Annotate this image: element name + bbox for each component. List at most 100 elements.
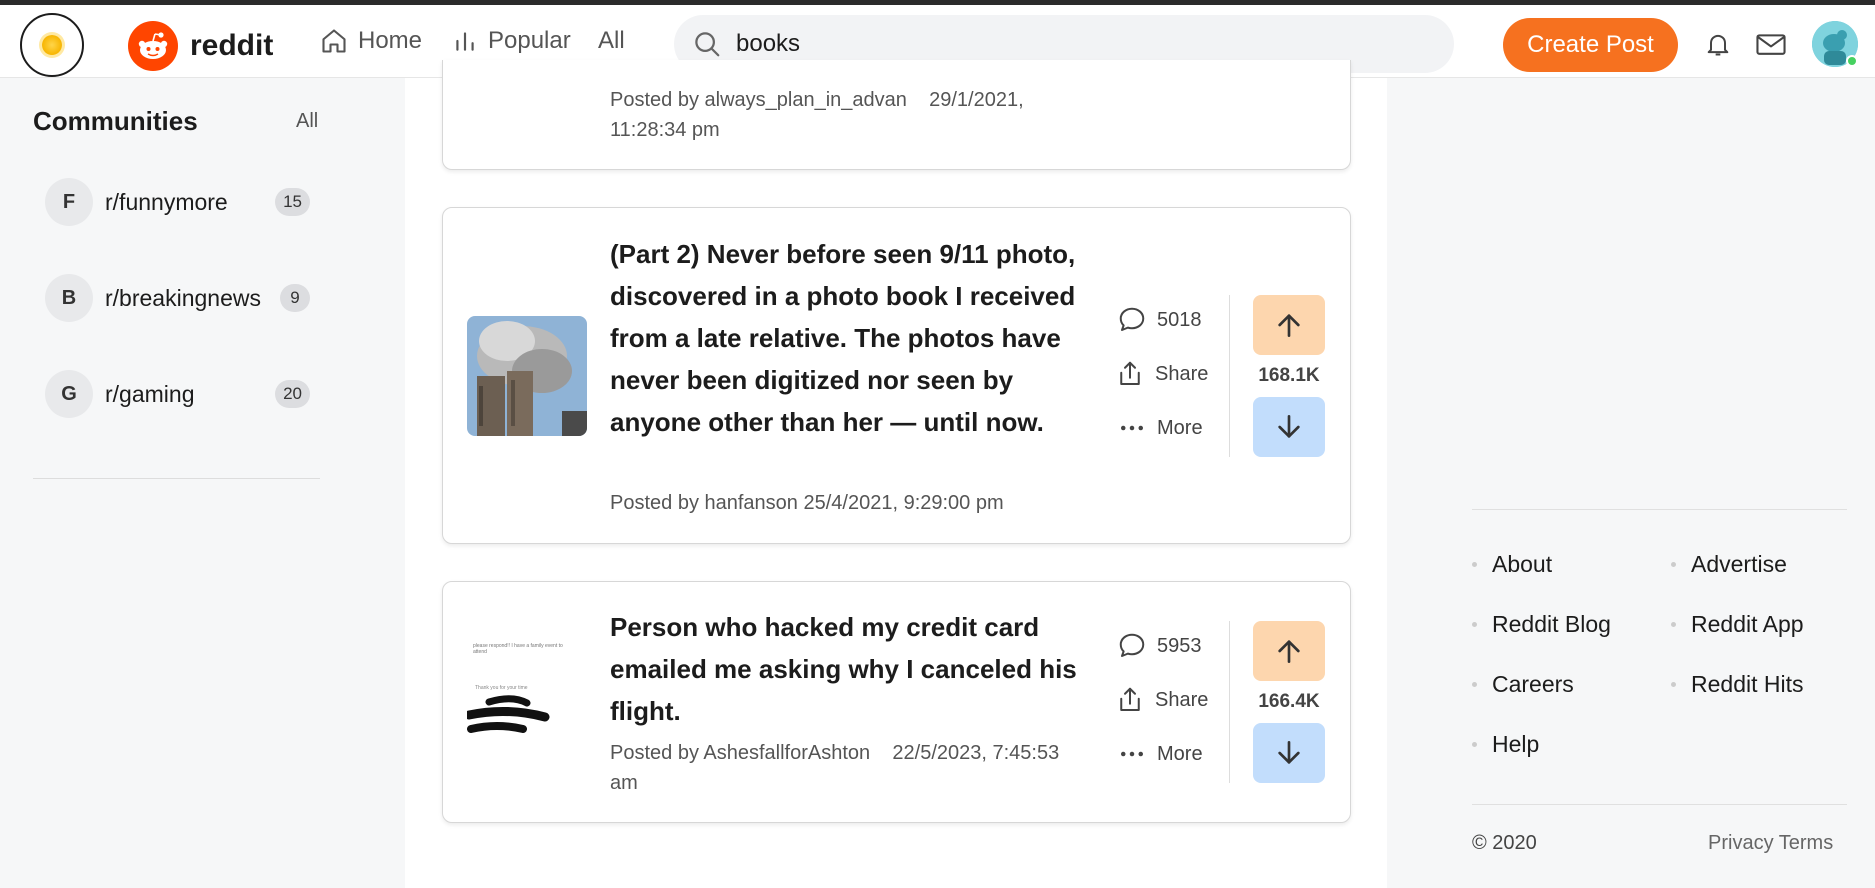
post-author: Posted by always_plan_in_advan [610, 89, 907, 111]
upvote-icon [1278, 640, 1300, 663]
post-meta: Posted by AshesfallforAshton 22/5/2023, … [610, 738, 1100, 798]
right-sidebar: About Reddit Blog Careers Help Advertise… [1437, 78, 1875, 888]
copyright: © 2020 [1472, 832, 1537, 854]
nav-all-label: All [598, 27, 625, 54]
community-name: r/breakingnews [105, 284, 261, 311]
post-card[interactable]: (Part 2) Never before seen 9/11 photo, d… [442, 207, 1351, 544]
more-icon [1121, 751, 1143, 757]
community-name: r/gaming [105, 380, 195, 407]
community-item-breakingnews[interactable]: B r/breakingnews 9 [45, 274, 310, 322]
comment-icon [1119, 633, 1145, 657]
post-title[interactable]: (Part 2) Never before seen 9/11 photo, d… [610, 233, 1090, 443]
post-meta: Posted by hanfanson 25/4/2021, 9:29:00 p… [610, 492, 1004, 514]
comment-count: 5953 [1157, 634, 1202, 657]
community-letter: G [45, 370, 93, 418]
community-count: 20 [275, 380, 310, 408]
downvote-button[interactable] [1253, 723, 1325, 783]
post-time: am [610, 772, 638, 794]
footer-link-reddit-app[interactable]: Reddit App [1671, 611, 1804, 638]
footer-link-about[interactable]: About [1472, 551, 1552, 578]
share-icon [1120, 687, 1140, 711]
community-count: 15 [275, 188, 310, 216]
footer-link-label: Reddit App [1691, 611, 1804, 637]
community-item-gaming[interactable]: G r/gaming 20 [45, 370, 310, 418]
share-label: Share [1155, 362, 1209, 385]
post-card[interactable]: Posted by always_plan_in_advan 29/1/2021… [442, 60, 1351, 170]
nav-popular-label: Popular [488, 27, 571, 54]
nav-home-label: Home [358, 27, 423, 54]
downvote-icon [1278, 415, 1300, 438]
bell-icon [1707, 34, 1729, 56]
share-button[interactable]: Share [1115, 685, 1208, 715]
search-icon [695, 32, 720, 57]
reddit-logo[interactable]: reddit [128, 21, 273, 71]
footer-link-label: Careers [1492, 671, 1574, 697]
community-letter: B [45, 274, 93, 322]
community-count: 9 [280, 284, 310, 312]
post-time: 11:28:34 pm [610, 119, 720, 141]
post-date: 29/1/2021, [929, 89, 1024, 111]
share-button[interactable]: Share [1115, 359, 1208, 389]
footer-link-label: Reddit Hits [1691, 671, 1804, 697]
share-label: Share [1155, 688, 1209, 711]
privacy-terms-link[interactable]: Privacy Terms [1708, 832, 1833, 855]
more-button[interactable]: More [1117, 739, 1203, 769]
community-name: r/funnymore [105, 188, 228, 215]
search-input[interactable] [736, 30, 1416, 58]
comment-count: 5018 [1157, 308, 1202, 331]
comments-button[interactable]: 5953 [1117, 631, 1202, 661]
upvote-icon [1278, 314, 1300, 337]
more-label: More [1157, 416, 1203, 439]
nav-home[interactable]: Home [320, 27, 422, 55]
reddit-logo-icon [128, 21, 178, 71]
mail-icon [1756, 34, 1786, 55]
more-button[interactable]: More [1117, 413, 1203, 443]
more-label: More [1157, 742, 1203, 765]
thumbnail-text-line: attend [473, 649, 487, 655]
downvote-button[interactable] [1253, 397, 1325, 457]
footer-link-label: Reddit Blog [1492, 611, 1611, 637]
post-author: Posted by AshesfallforAshton [610, 742, 871, 764]
vote-count: 166.4K [1258, 691, 1320, 712]
footer-link-advertise[interactable]: Advertise [1671, 551, 1787, 578]
post-card[interactable]: please respond!! I have a family event t… [442, 581, 1351, 823]
upvote-button[interactable] [1253, 295, 1325, 355]
communities-title: Communities [33, 106, 198, 136]
footer-link-reddit-hits[interactable]: Reddit Hits [1671, 671, 1803, 698]
post-thumbnail[interactable]: please respond!! I have a family event t… [467, 637, 587, 757]
messages-button[interactable] [1755, 29, 1787, 64]
footer-divider [1472, 509, 1847, 510]
comments-button[interactable]: 5018 [1117, 305, 1202, 335]
home-icon [322, 29, 346, 53]
left-sidebar: Communities All F r/funnymore 15 B r/bre… [0, 78, 355, 888]
notifications-button[interactable] [1704, 29, 1732, 64]
action-divider [1229, 621, 1230, 783]
post-date: 22/5/2023, 7:45:53 [892, 742, 1060, 764]
comment-icon [1119, 307, 1145, 331]
footer-link-help[interactable]: Help [1472, 731, 1539, 758]
footer-link-reddit-blog[interactable]: Reddit Blog [1472, 611, 1611, 638]
footer-link-careers[interactable]: Careers [1472, 671, 1574, 698]
thumbnail-text-line: Thank you for your time [475, 685, 528, 691]
footer-divider [1472, 804, 1847, 805]
popular-icon [456, 32, 474, 51]
post-title[interactable]: Person who hacked my credit card emailed… [610, 606, 1080, 732]
community-item-funnymore[interactable]: F r/funnymore 15 [45, 178, 310, 226]
footer-link-label: About [1492, 551, 1553, 577]
post-thumbnail[interactable] [467, 316, 587, 436]
post-meta: Posted by always_plan_in_advan 29/1/2021… [610, 85, 1110, 145]
online-status-dot [1846, 55, 1858, 67]
theme-toggle-button[interactable] [20, 13, 84, 77]
logo-text: reddit [190, 29, 274, 62]
more-icon [1121, 425, 1143, 431]
upvote-button[interactable] [1253, 621, 1325, 681]
nav-all[interactable]: All [598, 27, 625, 55]
vote-count: 168.1K [1258, 365, 1320, 386]
footer-link-label: Help [1492, 731, 1540, 757]
community-letter: F [45, 178, 93, 226]
sun-icon [42, 35, 62, 55]
action-divider [1229, 295, 1230, 457]
create-post-button[interactable]: Create Post [1503, 18, 1678, 72]
nav-popular[interactable]: Popular [452, 27, 571, 55]
communities-all-link[interactable]: All [296, 110, 318, 133]
